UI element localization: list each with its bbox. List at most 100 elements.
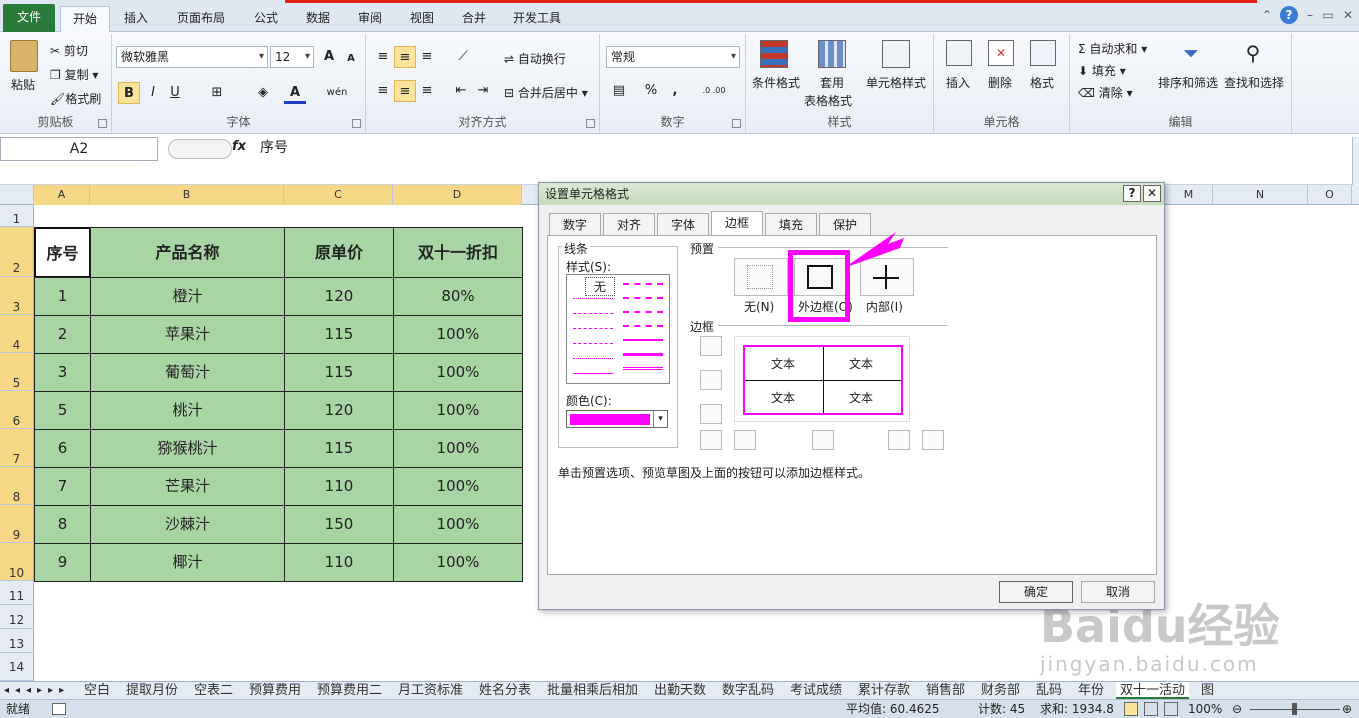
table-cell[interactable]: 葡萄汁 xyxy=(90,353,285,392)
table-cell[interactable]: 100% xyxy=(393,429,523,468)
sheet-tab[interactable]: 姓名分表 xyxy=(475,682,535,699)
currency-icon[interactable]: ▤ xyxy=(608,80,630,102)
row-header[interactable]: 2 xyxy=(0,227,34,277)
page-break-view-icon[interactable] xyxy=(1164,702,1178,716)
close-icon[interactable]: ✕ xyxy=(1340,6,1356,24)
table-cell[interactable]: 沙棘汁 xyxy=(90,505,285,544)
fill-color-icon[interactable]: ◈ xyxy=(252,82,274,104)
zoom-out-icon[interactable]: ⊖ xyxy=(1232,700,1242,718)
cell-styles-button[interactable]: 单元格样式 xyxy=(866,74,926,91)
table-cell[interactable]: 100% xyxy=(393,505,523,544)
zoom-in-icon[interactable]: ⊕ xyxy=(1342,700,1352,718)
sheet-tab[interactable]: 预算费用二 xyxy=(313,682,386,699)
table-cell[interactable]: 5 xyxy=(34,391,91,430)
autosum-button[interactable]: Σ 自动求和 ▾ xyxy=(1078,40,1147,57)
table-cell[interactable]: 115 xyxy=(284,353,394,392)
table-cell[interactable]: 桃汁 xyxy=(90,391,285,430)
merge-center-button[interactable]: ⊟ 合并后居中 ▾ xyxy=(504,84,588,101)
border-diag-down-button[interactable] xyxy=(922,430,944,450)
table-cell[interactable]: 115 xyxy=(284,315,394,354)
line-style-option[interactable] xyxy=(623,353,663,356)
font-color-icon[interactable]: A xyxy=(284,82,306,104)
insert-cells-button[interactable]: 插入 xyxy=(946,74,970,91)
row-header[interactable]: 14 xyxy=(0,653,34,681)
tab-insert[interactable]: 插入 xyxy=(114,6,158,32)
orientation-icon[interactable]: ⟋ xyxy=(452,46,474,68)
border-diag-up-button[interactable] xyxy=(700,430,722,450)
column-header[interactable]: N xyxy=(1213,185,1308,205)
clear-button[interactable]: ⌫ 清除 ▾ xyxy=(1078,84,1133,101)
dialog-close-button[interactable]: ✕ xyxy=(1143,185,1161,202)
sort-filter-icon[interactable]: ⏷ xyxy=(1176,38,1206,68)
row-header[interactable]: 5 xyxy=(0,353,34,391)
table-header-cell[interactable]: 产品名称 xyxy=(90,227,285,278)
border-middle-button[interactable] xyxy=(700,370,722,390)
wrap-text-button[interactable]: ⇌ 自动换行 xyxy=(504,50,566,67)
paste-icon[interactable] xyxy=(10,40,38,72)
help-icon[interactable]: ? xyxy=(1280,6,1298,24)
align-middle-icon[interactable]: ≡ xyxy=(394,46,416,68)
column-header[interactable]: C xyxy=(284,185,393,205)
table-cell[interactable]: 80% xyxy=(393,277,523,316)
border-right-button[interactable] xyxy=(888,430,910,450)
row-header[interactable]: 7 xyxy=(0,429,34,467)
minimize-icon[interactable]: – xyxy=(1302,6,1318,24)
table-cell[interactable]: 6 xyxy=(34,429,91,468)
table-cell[interactable]: 100% xyxy=(393,467,523,506)
zoom-slider-thumb[interactable] xyxy=(1292,703,1297,715)
sheet-tab[interactable]: 批量相乘后相加 xyxy=(543,682,642,699)
sheet-tab[interactable]: 空表二 xyxy=(190,682,237,699)
formula-input[interactable]: 序号 xyxy=(250,137,1350,161)
dialog-launcher-icon[interactable] xyxy=(732,119,741,128)
table-cell[interactable]: 芒果汁 xyxy=(90,467,285,506)
line-style-none[interactable]: 无 xyxy=(585,277,615,296)
paste-button[interactable]: 粘贴 xyxy=(11,76,35,93)
row-header[interactable]: 9 xyxy=(0,505,34,543)
number-format-select[interactable]: 常规 xyxy=(606,46,740,68)
tab-merge[interactable]: 合并 xyxy=(452,6,496,32)
row-header[interactable]: 10 xyxy=(0,543,34,581)
align-bottom-icon[interactable]: ≡ xyxy=(416,46,438,68)
line-style-option[interactable] xyxy=(573,373,613,374)
dialog-launcher-icon[interactable] xyxy=(98,119,107,128)
insert-cells-icon[interactable] xyxy=(946,40,972,66)
tab-home[interactable]: 开始 xyxy=(60,6,110,33)
font-size-select[interactable]: 12 xyxy=(270,46,314,68)
column-header[interactable]: M xyxy=(1165,185,1213,205)
sheet-tab[interactable]: 年份 xyxy=(1074,682,1108,699)
sheet-tab[interactable]: 双十一活动 xyxy=(1116,682,1190,699)
table-format-button[interactable]: 套用 xyxy=(820,74,844,91)
decrease-indent-icon[interactable]: ⇤ xyxy=(450,80,472,102)
column-header[interactable]: B xyxy=(90,185,284,205)
table-cell[interactable]: 椰汁 xyxy=(90,543,285,582)
table-cell[interactable]: 110 xyxy=(284,543,394,582)
font-name-select[interactable]: 微软雅黑 xyxy=(116,46,268,68)
delete-cells-button[interactable]: 删除 xyxy=(988,74,1012,91)
border-top-button[interactable] xyxy=(700,336,722,356)
align-left-icon[interactable]: ≡ xyxy=(372,80,394,102)
sheet-tab[interactable]: 提取月份 xyxy=(122,682,182,699)
row-header[interactable]: 3 xyxy=(0,277,34,315)
line-style-option[interactable] xyxy=(573,343,613,344)
normal-view-icon[interactable] xyxy=(1124,702,1138,716)
dialog-launcher-icon[interactable] xyxy=(586,119,595,128)
format-cells-icon[interactable] xyxy=(1030,40,1056,66)
dialog-tab-border[interactable]: 边框 xyxy=(711,211,763,236)
sheet-tab[interactable]: 销售部 xyxy=(922,682,969,699)
ok-button[interactable]: 确定 xyxy=(999,581,1073,603)
table-cell[interactable]: 橙汁 xyxy=(90,277,285,316)
chevron-down-icon[interactable]: ▾ xyxy=(653,411,667,427)
table-format-button-2[interactable]: 表格格式 xyxy=(804,92,852,109)
align-right-icon[interactable]: ≡ xyxy=(416,80,438,102)
row-header[interactable]: 13 xyxy=(0,629,34,653)
table-format-icon[interactable] xyxy=(818,40,846,68)
row-header[interactable]: 12 xyxy=(0,605,34,629)
table-header-cell[interactable]: 序号 xyxy=(34,227,91,278)
table-cell[interactable]: 100% xyxy=(393,315,523,354)
sheet-tab[interactable]: 月工资标准 xyxy=(394,682,467,699)
line-style-option[interactable] xyxy=(623,367,663,370)
insert-function-icon[interactable]: fx xyxy=(232,139,246,154)
name-box[interactable]: A2 xyxy=(0,137,158,161)
table-header-cell[interactable]: 双十一折扣 xyxy=(393,227,523,278)
line-style-option[interactable] xyxy=(623,311,663,313)
